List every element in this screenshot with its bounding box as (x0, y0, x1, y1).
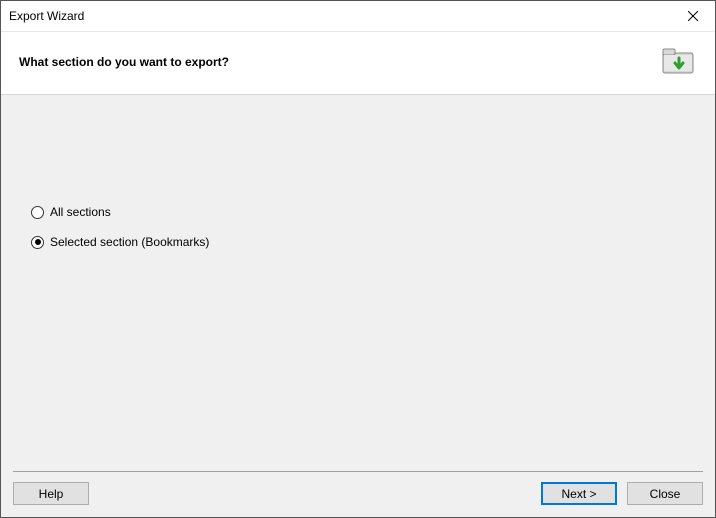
titlebar: Export Wizard (1, 1, 715, 31)
radio-label-selected: Selected section (Bookmarks) (50, 235, 209, 249)
radio-label-all: All sections (50, 205, 111, 219)
wizard-footer: Help Next > Close (1, 471, 715, 517)
footer-buttons: Help Next > Close (13, 482, 703, 505)
wizard-content: All sections Selected section (Bookmarks… (1, 95, 715, 471)
window-title: Export Wizard (9, 9, 670, 23)
export-wizard-window: Export Wizard What section do you want t… (0, 0, 716, 518)
help-button[interactable]: Help (13, 482, 89, 505)
close-icon (688, 11, 698, 21)
close-wizard-button[interactable]: Close (627, 482, 703, 505)
wizard-heading: What section do you want to export? (19, 55, 661, 69)
next-button[interactable]: Next > (541, 482, 617, 505)
export-folder-icon (661, 46, 697, 78)
close-button[interactable] (670, 1, 715, 31)
radio-all-sections[interactable]: All sections (31, 205, 715, 219)
radio-icon-selected (31, 236, 44, 249)
radio-icon (31, 206, 44, 219)
radio-selected-section[interactable]: Selected section (Bookmarks) (31, 235, 715, 249)
wizard-header: What section do you want to export? (1, 31, 715, 95)
footer-separator (13, 471, 703, 472)
